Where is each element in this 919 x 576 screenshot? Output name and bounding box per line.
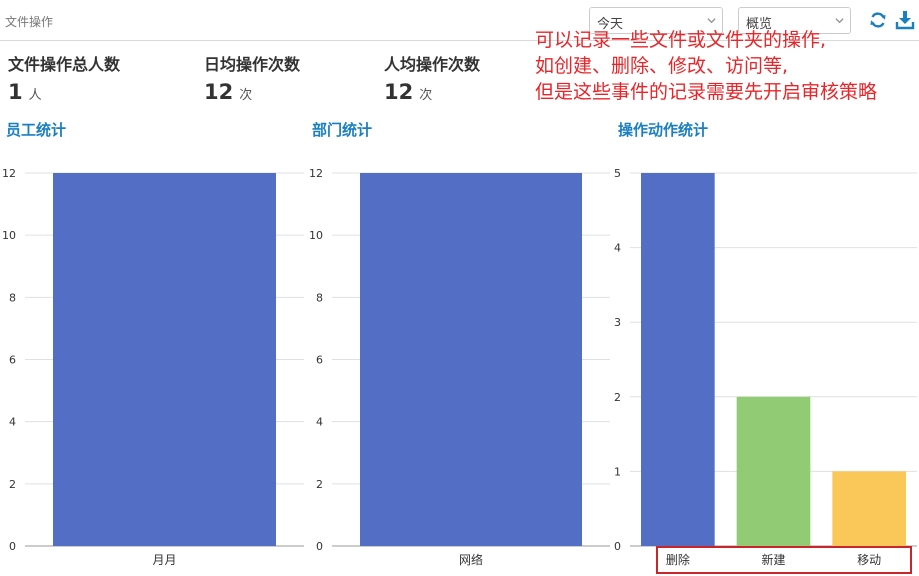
bar [832,471,906,546]
y-tick-label: 8 [316,291,323,304]
y-tick-label: 5 [614,167,621,180]
category-highlight-box [656,546,912,574]
y-tick-label: 2 [614,391,621,404]
annotation-line: 可以记录一些文件或文件夹的操作, [535,29,827,51]
annotation-line: 如创建、删除、修改、访问等, [535,55,789,77]
y-tick-label: 4 [614,242,621,255]
y-tick-label: 4 [9,416,16,429]
y-tick-label: 0 [316,540,323,553]
y-tick-label: 0 [9,540,16,553]
annotation-note: 可以记录一些文件或文件夹的操作, 如创建、删除、修改、访问等, 但是这些事件的记… [535,27,877,105]
y-tick-label: 10 [2,229,16,242]
bar [736,396,811,546]
y-tick-label: 3 [614,316,621,329]
y-tick-label: 12 [309,167,323,180]
y-tick-label: 2 [316,478,323,491]
y-tick-label: 12 [2,167,16,180]
y-tick-label: 6 [316,354,323,367]
y-tick-label: 0 [614,540,621,553]
y-tick-label: 2 [9,478,16,491]
x-category-label: 网络 [459,552,483,567]
bar [641,173,715,546]
y-tick-label: 10 [309,229,323,242]
bar [53,173,276,546]
y-tick-label: 8 [9,291,16,304]
bar [360,173,582,546]
y-tick-label: 1 [614,465,621,478]
x-category-label: 月月 [152,553,176,567]
y-tick-label: 4 [316,416,323,429]
y-tick-label: 6 [9,354,16,367]
annotation-line: 但是这些事件的记录需要先开启审核策略 [535,81,878,103]
